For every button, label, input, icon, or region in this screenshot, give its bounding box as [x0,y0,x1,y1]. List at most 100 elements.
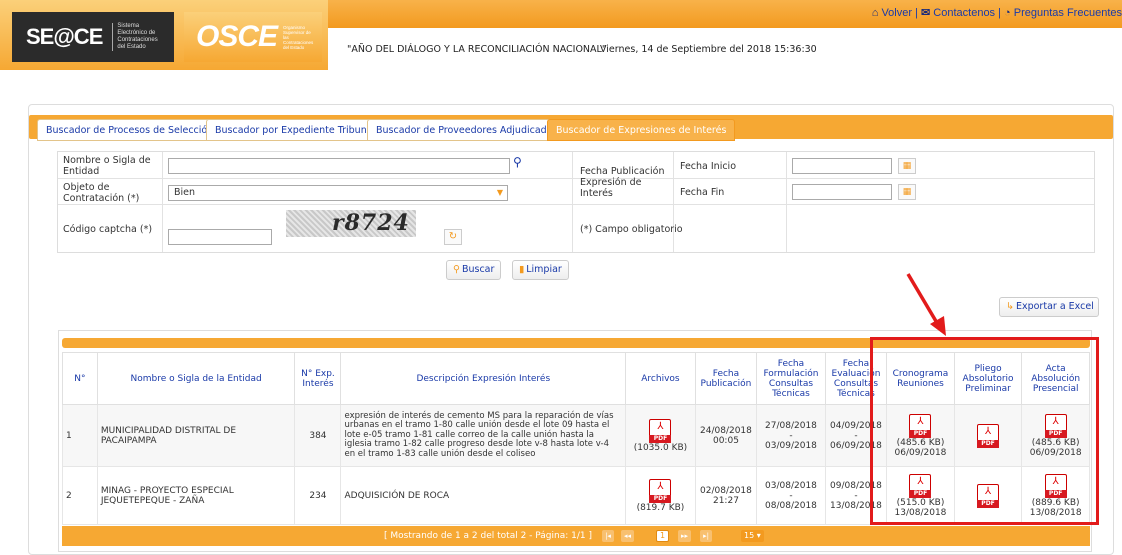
buscar-label: Buscar [461,264,495,275]
acrobat-icon: ⅄ [657,420,664,432]
search-icon[interactable]: ⚲ [513,155,522,169]
tab-expediente-tribunal[interactable]: Buscador por Expediente Tribunal [206,119,385,141]
captcha-input[interactable] [168,229,272,245]
pdf-icon[interactable]: ⅄ PDF [649,418,672,443]
volver-link[interactable]: Volver [881,7,912,19]
cell-descripcion: ADQUISICIÓN DE ROCA [340,466,627,525]
cell-archivos: ⅄ PDF (1035.0 KB) [625,404,696,467]
year-slogan: "AÑO DEL DIÁLOGO Y LA RECONCILIACIÓN NAC… [347,44,607,55]
form-divider [786,152,787,252]
calendar-icon[interactable]: ▦ [898,184,916,200]
date-separator: - [854,430,858,441]
col-header-descripcion: Descripción Expresión Interés [340,352,627,405]
limpiar-label: Limpiar [526,264,562,275]
seace-logo-text: SE@CE [26,24,103,49]
campo-obligatorio-note: (*) Campo obligatorio [580,224,683,235]
highlight-box-annotation [870,337,1099,525]
fecha-publicacion-label: Fecha Publicación Expresión de Interés [580,166,665,199]
pagination-summary: [ Mostrando de 1 a 2 del total 2 - Págin… [384,531,592,541]
form-divider [572,152,573,252]
col-header-n: N° [62,352,98,405]
cell-fecha-formulacion: 27/08/2018-03/09/2018 [756,404,826,467]
red-arrow-annotation [906,273,946,336]
col-header-exp: N° Exp. Interés [294,352,342,405]
separator: | [998,7,1001,19]
fecha-fin-input[interactable] [792,184,892,200]
page-size-select[interactable]: 15 ▾ [741,530,764,542]
fecha-inicio-input[interactable] [792,158,892,174]
fecha-fin-label: Fecha Fin [680,187,725,198]
top-links: ⌂ Volver | ✉ Contactenos | ◔ Preguntas F… [872,6,1122,19]
pdf-tag: PDF [649,494,672,503]
next-page-icon[interactable]: ▸▸ [678,530,692,542]
captcha-label: Código captcha (*) [63,224,153,235]
envelope-icon: ✉ [921,7,931,19]
form-divider [58,204,1094,205]
contactenos-link[interactable]: Contactenos [933,7,995,19]
file-size: (1035.0 KB) [633,442,688,453]
entidad-label: Nombre o Sigla de Entidad [63,155,151,177]
current-page-button[interactable]: 1 [656,530,670,542]
cell-exp: 384 [294,404,342,467]
date-separator: - [789,430,793,441]
cell-entidad: MINAG - PROYECTO ESPECIAL JEQUETEPEQUE -… [96,466,296,525]
calendar-icon[interactable]: ▦ [898,158,916,174]
home-icon: ⌂ [871,7,879,19]
tab-proveedores-adjudicados[interactable]: Buscador de Proveedores Adjudicados [367,119,567,141]
cell-fecha-publicacion: 24/08/2018 00:05 [694,404,758,467]
seace-logo[interactable]: SE@CE Sistema Electrónico de Contratacio… [12,12,174,62]
chevron-down-icon: ▼ [496,188,504,197]
objeto-label: Objeto de Contratación (*) [63,182,140,204]
captcha-image: r8724 [286,210,416,237]
col-header-fecha-publicacion: Fecha Publicación [694,352,758,405]
separator: | [915,7,918,19]
cell-exp: 234 [294,466,342,525]
arrow-icon: ↳ [1006,301,1014,312]
exportar-label: Exportar a Excel [1015,301,1094,312]
rss-icon: ◔ [1004,7,1011,19]
form-divider [673,152,674,252]
buscar-button[interactable]: ⚲ Buscar [446,260,502,280]
preguntas-link[interactable]: Preguntas Frecuentes [1014,7,1122,19]
first-page-icon[interactable]: |◂ [602,530,614,542]
date-end: 03/09/2018 [765,440,817,451]
cell-archivos: ⅄ PDF (819.7 KB) [625,466,696,525]
cell-descripcion: expresión de interés de cemento MS para … [340,404,627,467]
form-divider [58,178,1094,179]
tab-expresiones-interes[interactable]: Buscador de Expresiones de Interés [547,119,736,141]
current-datetime: Viernes, 14 de Septiembre del 2018 15:36… [600,44,817,55]
file-size: (819.7 KB) [636,502,685,513]
cell-n: 2 [62,466,98,525]
objeto-select-value: Bien [174,187,196,198]
tab-procesos-seleccion[interactable]: Buscador de Procesos de Selección [37,119,223,141]
site-header: SE@CE Sistema Electrónico de Contratacio… [0,0,1122,70]
trash-icon: ▮ [519,264,525,275]
osce-logo-text: OSCE [196,20,278,53]
date-separator: - [854,490,858,501]
cell-fecha-formulacion: 03/08/2018-08/08/2018 [756,466,826,525]
acrobat-icon: ⅄ [657,480,664,492]
col-header-archivos: Archivos [625,352,696,405]
cell-entidad: MUNICIPALIDAD DISTRITAL DE PACAIPAMPA [96,404,296,467]
last-page-icon[interactable]: ▸| [700,530,712,542]
exportar-excel-button[interactable]: ↳ Exportar a Excel [999,297,1099,317]
search-form: Nombre o Sigla de Entidad ⚲ Objeto de Co… [57,151,1095,253]
objeto-select[interactable]: Bien ▼ [168,185,508,201]
osce-logo[interactable]: OSCE Organismo Supervisor de las Contrat… [184,12,322,62]
seace-logo-subtitle: Sistema Electrónico de Contrataciones de… [112,23,164,51]
pdf-icon[interactable]: ⅄ PDF [649,478,672,503]
pagination-bar: [ Mostrando de 1 a 2 del total 2 - Págin… [62,526,1090,546]
refresh-captcha-icon[interactable]: ↻ [444,229,462,245]
osce-logo-subtitle: Organismo Supervisor de las Contratacion… [283,24,314,50]
col-header-fecha-formulacion: Fecha Formulación Consultas Técnicas [756,352,826,405]
cell-n: 1 [62,404,98,467]
date-separator: - [789,490,793,501]
cell-fecha-publicacion: 02/08/2018 21:27 [694,466,758,525]
date-start: 03/08/2018 [765,480,817,491]
entidad-input[interactable] [168,158,510,174]
prev-page-icon[interactable]: ◂◂ [621,530,635,542]
col-header-entidad: Nombre o Sigla de la Entidad [96,352,296,405]
fecha-inicio-label: Fecha Inicio [680,161,737,172]
limpiar-button[interactable]: ▮ Limpiar [512,260,569,280]
form-divider [162,152,163,252]
